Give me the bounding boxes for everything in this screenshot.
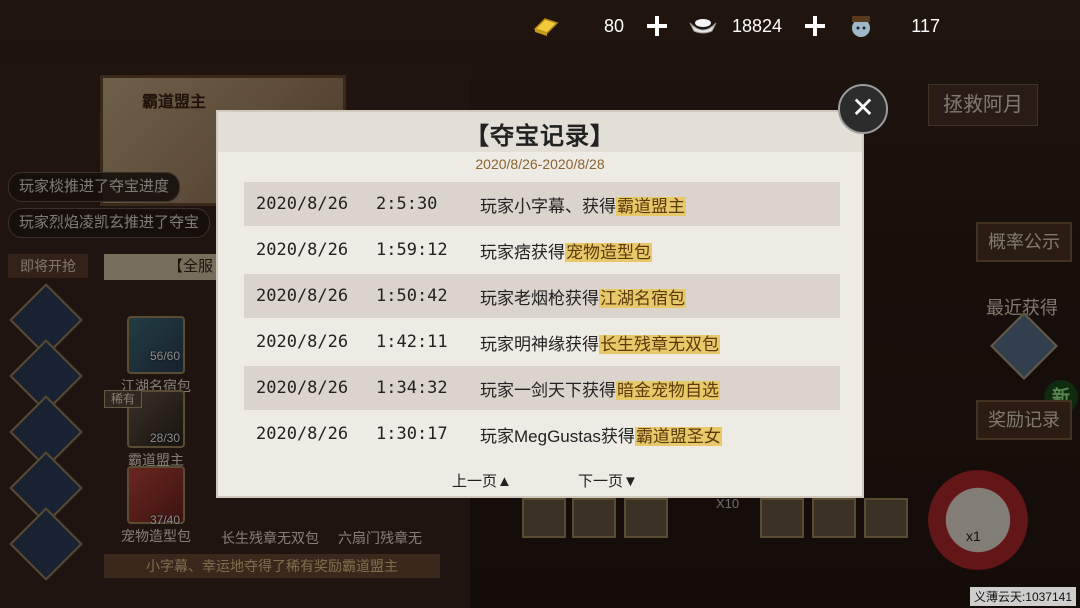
record-row: 2020/8/26 1:42:11 玩家明神缘获得长生残章无双包 (244, 320, 840, 364)
record-time: 1:42:11 (376, 332, 448, 352)
close-icon[interactable]: ✕ (838, 84, 888, 134)
record-message: 玩家小字幕、获得霸道盟主 (474, 192, 686, 217)
silver-ingot-icon (688, 13, 718, 39)
date-range: 2020/8/26-2020/8/28 (475, 156, 605, 172)
record-date: 2020/8/26 (256, 194, 349, 214)
add-gold-button[interactable] (646, 15, 668, 37)
record-text: 玩家明神缘获得 (480, 334, 599, 354)
player-id-footer: 义薄云天:1037141 (969, 587, 1076, 606)
record-time: 1:59:12 (376, 240, 448, 260)
treasure-record-dialog: 【夺宝记录】 2020/8/26-2020/8/28 2020/8/26 2:5… (216, 110, 864, 498)
gold-ingot-icon (530, 13, 560, 39)
record-text: 玩家一剑天下获得 (480, 380, 616, 400)
token-value: 117 (911, 15, 940, 36)
record-message: 玩家MegGustas获得霸道盟圣女 (474, 422, 722, 447)
avatar-token-icon (846, 13, 876, 39)
record-date: 2020/8/26 (256, 378, 349, 398)
silver-value: 18824 (731, 15, 782, 36)
currency-gold: 80 (530, 13, 640, 39)
record-list: 2020/8/26 2:5:30 玩家小字幕、获得霸道盟主 2020/8/26 … (244, 182, 840, 458)
record-time: 1:50:42 (376, 286, 448, 306)
record-prize: 长生残章无双包 (599, 334, 720, 354)
record-time: 2:5:30 (376, 194, 438, 214)
record-text: 玩家痞获得 (480, 242, 565, 262)
dialog-title: 【夺宝记录】 (465, 123, 615, 150)
record-prize: 暗金宠物自选 (616, 380, 720, 400)
record-prize: 江湖名宿包 (599, 288, 686, 308)
gold-value: 80 (603, 15, 624, 36)
record-date: 2020/8/26 (256, 332, 349, 352)
record-date: 2020/8/26 (256, 286, 349, 306)
record-message: 玩家一剑天下获得暗金宠物自选 (474, 376, 720, 401)
currency-silver: 18824 (688, 13, 798, 39)
record-row: 2020/8/26 1:59:12 玩家痞获得宠物造型包 (244, 228, 840, 272)
record-date: 2020/8/26 (256, 240, 349, 260)
record-text: 玩家MegGustas获得 (480, 426, 635, 446)
next-page-button[interactable]: 下一页▼ (578, 470, 638, 491)
record-date: 2020/8/26 (256, 424, 349, 444)
add-silver-button[interactable] (804, 15, 826, 37)
pagination: 上一页▲ 下一页▼ (218, 470, 862, 490)
record-message: 玩家老烟枪获得江湖名宿包 (474, 284, 686, 309)
record-prize: 霸道盟主 (616, 196, 686, 216)
record-row: 2020/8/26 1:50:42 玩家老烟枪获得江湖名宿包 (244, 274, 840, 318)
record-prize: 霸道盟圣女 (634, 426, 722, 446)
record-time: 1:30:17 (376, 424, 448, 444)
currency-bar: 80 18824 117 (530, 0, 1050, 52)
prev-page-button[interactable]: 上一页▲ (452, 470, 512, 491)
record-row: 2020/8/26 2:5:30 玩家小字幕、获得霸道盟主 (244, 182, 840, 226)
currency-token: 117 (846, 13, 956, 39)
record-text: 玩家小字幕、获得 (480, 196, 616, 216)
record-row: 2020/8/26 1:34:32 玩家一剑天下获得暗金宠物自选 (244, 366, 840, 410)
record-message: 玩家痞获得宠物造型包 (474, 238, 652, 263)
record-prize: 宠物造型包 (565, 242, 652, 262)
record-message: 玩家明神缘获得长生残章无双包 (474, 330, 720, 355)
record-text: 玩家老烟枪获得 (480, 288, 599, 308)
record-time: 1:34:32 (376, 378, 448, 398)
record-row: 2020/8/26 1:30:17 玩家MegGustas获得霸道盟圣女 (244, 412, 840, 456)
